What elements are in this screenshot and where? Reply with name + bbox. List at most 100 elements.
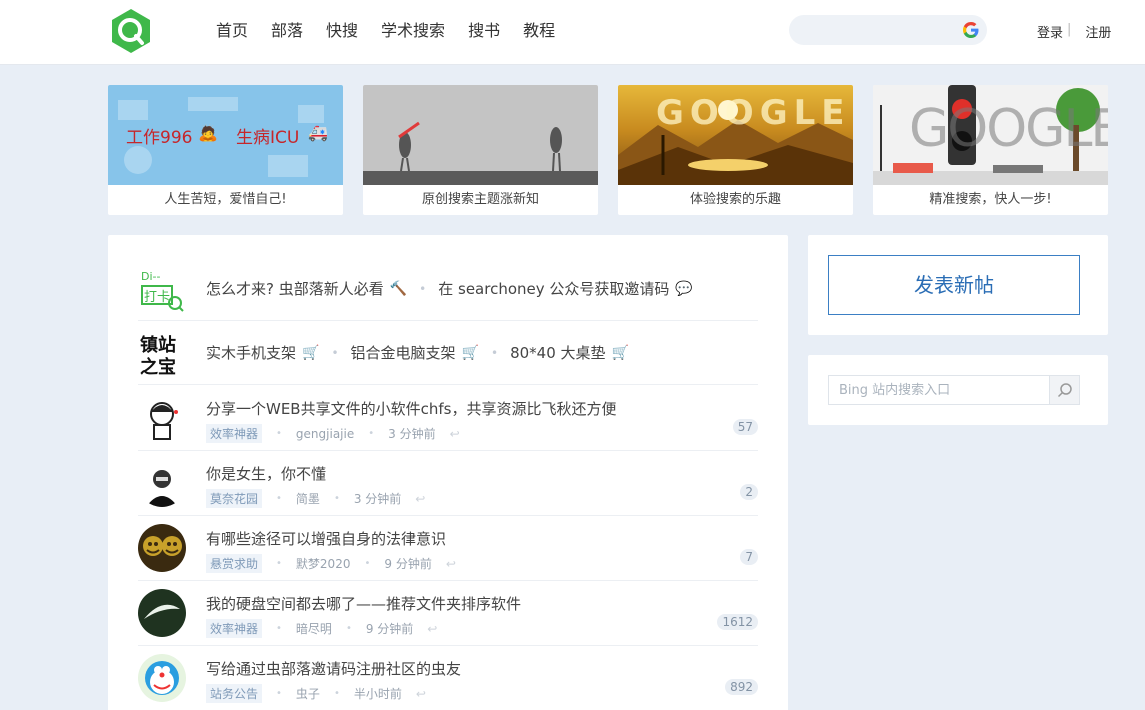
wood-phone-stand-link[interactable]: 实木手机支架 bbox=[206, 342, 296, 363]
topic-time: 3 分钟前 bbox=[353, 492, 402, 506]
reply-icon: ↩ bbox=[415, 491, 426, 506]
reply-icon: ↩ bbox=[449, 426, 460, 441]
reply-icon: ↩ bbox=[427, 621, 438, 636]
reply-count: 57 bbox=[732, 419, 758, 435]
topic-author[interactable]: 虫子 bbox=[296, 685, 320, 702]
topic-time: 3 分钟前 bbox=[388, 427, 436, 441]
separator-dot: • bbox=[276, 623, 282, 634]
banner-illustration bbox=[363, 121, 598, 185]
auth-separator: | bbox=[1067, 22, 1072, 37]
banner-image: GOOGLE bbox=[618, 85, 853, 185]
separator-dot: • bbox=[276, 558, 282, 569]
pinned-row-treasure: 镇站 之宝 实木手机支架 🛒 • 铝合金电脑支架 🛒 • 80*40 大桌垫 🛒 bbox=[138, 321, 758, 385]
main-nav: 首页 部落 快搜 学术搜索 搜书 教程 bbox=[216, 20, 578, 42]
sidebar-search-card bbox=[808, 355, 1108, 425]
topic-author[interactable]: 默梦2020 bbox=[296, 555, 351, 572]
reply-count: 2 bbox=[740, 484, 758, 500]
topic-time: 半小时前 bbox=[353, 687, 402, 701]
topic-title[interactable]: 有哪些途径可以增强自身的法律意识 bbox=[206, 528, 446, 549]
sidebar-post-card: 发表新帖 bbox=[808, 235, 1108, 335]
site-logo[interactable] bbox=[108, 8, 154, 54]
separator-dot: • bbox=[419, 281, 427, 296]
avatar[interactable] bbox=[138, 524, 186, 572]
topic-title[interactable]: 写给通过虫部落邀请码注册社区的虫友 bbox=[206, 658, 461, 679]
table-row: 写给通过虫部落邀请码注册社区的虫友 站务公告 • 虫子 • 半小时前 ↩ 892 bbox=[138, 646, 758, 710]
bing-search-button[interactable] bbox=[1049, 376, 1079, 404]
banner-caption: 人生苦短，爱惜自己! bbox=[164, 192, 287, 207]
avatar[interactable] bbox=[138, 589, 186, 637]
checkin-icon: Di-- 打卡 bbox=[141, 270, 184, 312]
bing-search-input[interactable] bbox=[829, 376, 1049, 404]
separator-dot: • bbox=[345, 623, 352, 634]
avatar[interactable] bbox=[138, 459, 186, 507]
topic-author[interactable]: 简墨 bbox=[296, 490, 320, 507]
banner-original-theme[interactable]: 原创搜索主题涨新知 bbox=[363, 85, 598, 215]
cart-icon: 🛒 bbox=[302, 344, 320, 361]
bing-search-box bbox=[828, 375, 1080, 405]
separator-dot: • bbox=[368, 428, 375, 439]
topic-list-card: Di-- 打卡 怎么才来? 虫部落新人必看 🔨 • 在 searchoney 公… bbox=[108, 235, 788, 710]
reply-icon: ↩ bbox=[445, 556, 456, 571]
nav-home[interactable]: 首页 bbox=[216, 20, 248, 42]
nav-quick-search[interactable]: 快搜 bbox=[326, 20, 358, 42]
auth-links: 登录 | 注册 bbox=[1037, 22, 1111, 41]
separator-dot: • bbox=[333, 688, 340, 699]
topic-title[interactable]: 分享一个WEB共享文件的小软件chfs，共享资源比飞秋还方便 bbox=[206, 398, 616, 419]
topic-author[interactable]: gengjiajie bbox=[296, 427, 354, 441]
desk-mat-link[interactable]: 80*40 大桌垫 bbox=[510, 342, 605, 363]
banner-google-doodle-text: GOOGLE bbox=[909, 99, 1108, 159]
header-search bbox=[789, 15, 987, 45]
banner-image bbox=[363, 85, 598, 185]
register-link[interactable]: 注册 bbox=[1085, 22, 1111, 41]
topic-meta: 站务公告 • 虫子 • 半小时前 ↩ bbox=[206, 684, 426, 703]
separator-dot: • bbox=[276, 493, 282, 504]
treasure-icon: 镇站 之宝 bbox=[140, 334, 176, 376]
worker-emoji-icon: 🙇 bbox=[198, 123, 218, 142]
banner-text-996: 工作996 bbox=[126, 128, 193, 148]
google-icon[interactable] bbox=[963, 22, 979, 38]
separator-dot: • bbox=[490, 345, 499, 360]
banner-row: 工作996 🙇 生病ICU 🚑 人生苦短，爱惜自己! 原创搜索主题涨新知 GOO… bbox=[108, 85, 1108, 215]
nav-tutorial[interactable]: 教程 bbox=[523, 20, 555, 42]
banner-caption: 精准搜索，快人一步! bbox=[929, 192, 1052, 207]
checkin-icon-text-2: 打卡 bbox=[144, 290, 170, 305]
aluminum-laptop-stand-link[interactable]: 铝合金电脑支架 bbox=[351, 342, 456, 363]
topic-tag[interactable]: 效率神器 bbox=[206, 619, 263, 638]
topic-meta: 效率神器 • 暗尽明 • 9 分钟前 ↩ bbox=[206, 619, 437, 638]
topic-title[interactable]: 你是女生，你不懂 bbox=[206, 463, 326, 484]
nav-book-search[interactable]: 搜书 bbox=[468, 20, 500, 42]
header: 首页 部落 快搜 学术搜索 搜书 教程 登录 | 注册 bbox=[0, 0, 1145, 65]
banner-work-996[interactable]: 工作996 🙇 生病ICU 🚑 人生苦短，爱惜自己! bbox=[108, 85, 343, 215]
banner-google-doodle-text: GOOGLE bbox=[656, 93, 851, 133]
avatar[interactable] bbox=[138, 654, 186, 702]
topic-tag[interactable]: 效率神器 bbox=[206, 424, 263, 443]
table-row: 我的硬盘空间都去哪了——推荐文件夹排序软件 效率神器 • 暗尽明 • 9 分钟前… bbox=[138, 581, 758, 646]
topic-meta: 莫奈花园 • 简墨 • 3 分钟前 ↩ bbox=[206, 489, 425, 508]
banner-search-fun[interactable]: GOOGLE 体验搜索的乐趣 bbox=[618, 85, 853, 215]
banner-precise-search[interactable]: GOOGLE 精准搜索，快人一步! bbox=[873, 85, 1108, 215]
pinned-row-newbie: Di-- 打卡 怎么才来? 虫部落新人必看 🔨 • 在 searchoney 公… bbox=[138, 257, 758, 321]
banner-image: GOOGLE bbox=[873, 85, 1108, 185]
topic-title[interactable]: 我的硬盘空间都去哪了——推荐文件夹排序软件 bbox=[206, 593, 521, 614]
invite-code-link[interactable]: 在 searchoney 公众号获取邀请码 bbox=[438, 278, 669, 299]
banner-caption: 体验搜索的乐趣 bbox=[689, 192, 781, 207]
new-post-button[interactable]: 发表新帖 bbox=[828, 255, 1080, 315]
topic-tag[interactable]: 站务公告 bbox=[206, 684, 263, 703]
topic-tag[interactable]: 悬赏求助 bbox=[206, 554, 263, 573]
reply-icon: ↩ bbox=[415, 686, 426, 701]
search-icon bbox=[1057, 383, 1072, 398]
login-link[interactable]: 登录 bbox=[1037, 22, 1063, 41]
separator-dot: • bbox=[333, 493, 340, 504]
table-row: 你是女生，你不懂 莫奈花园 • 简墨 • 3 分钟前 ↩ 2 bbox=[138, 451, 758, 516]
topic-author[interactable]: 暗尽明 bbox=[296, 620, 332, 637]
table-row: 有哪些途径可以增强自身的法律意识 悬赏求助 • 默梦2020 • 9 分钟前 ↩… bbox=[138, 516, 758, 581]
avatar[interactable] bbox=[138, 394, 186, 442]
header-search-input[interactable] bbox=[789, 15, 949, 45]
table-row: 分享一个WEB共享文件的小软件chfs，共享资源比飞秋还方便 效率神器 • ge… bbox=[138, 386, 758, 451]
reply-count: 892 bbox=[725, 679, 758, 695]
topic-tag[interactable]: 莫奈花园 bbox=[206, 489, 263, 508]
newbie-guide-link[interactable]: 怎么才来? 虫部落新人必看 bbox=[206, 278, 384, 299]
nav-academic-search[interactable]: 学术搜索 bbox=[381, 20, 445, 42]
pinned-links: 怎么才来? 虫部落新人必看 🔨 • 在 searchoney 公众号获取邀请码 … bbox=[206, 278, 693, 299]
nav-tribe[interactable]: 部落 bbox=[271, 20, 303, 42]
